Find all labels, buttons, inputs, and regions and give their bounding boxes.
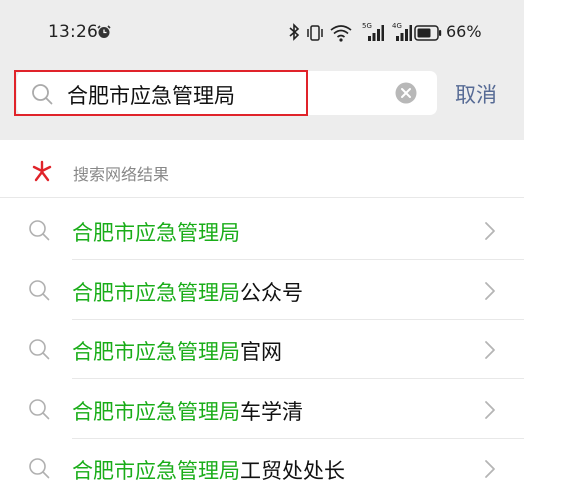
- wifi-icon: [330, 24, 352, 46]
- battery-icon: [414, 25, 442, 45]
- result-suffix: 车学清: [240, 399, 303, 424]
- chevron-right-icon: [484, 281, 496, 305]
- status-bar: 13:26 5G 4G 66%: [0, 0, 524, 62]
- signal-4g-icon: 4G: [392, 22, 412, 46]
- search-header: 13:26 5G 4G 66% 合肥市应急管理局 取消: [0, 0, 524, 140]
- alarm-clock-icon: [97, 24, 111, 43]
- result-text: 合肥市应急管理局官网: [72, 336, 282, 366]
- result-suffix: 公众号: [240, 280, 303, 305]
- result-item[interactable]: 合肥市应急管理局: [0, 200, 524, 260]
- network-tag-4g: 4G: [392, 22, 402, 30]
- search-icon: [28, 338, 50, 364]
- result-highlight: 合肥市应急管理局: [72, 399, 240, 424]
- result-highlight: 合肥市应急管理局: [72, 459, 240, 483]
- search-icon: [28, 398, 50, 424]
- clear-icon[interactable]: [395, 82, 417, 108]
- web-results-header: 搜索网络结果: [0, 140, 524, 198]
- result-item[interactable]: 合肥市应急管理局公众号: [0, 260, 524, 320]
- section-title: 搜索网络结果: [73, 165, 170, 184]
- signal-5g-icon: 5G: [362, 22, 384, 46]
- chevron-right-icon: [484, 400, 496, 424]
- chevron-right-icon: [484, 340, 496, 364]
- cancel-button[interactable]: 取消: [455, 79, 497, 109]
- search-highlight-box: [14, 70, 308, 116]
- result-item[interactable]: 合肥市应急管理局车学清: [0, 379, 524, 439]
- status-time: 13:26: [48, 22, 98, 42]
- result-text: 合肥市应急管理局: [72, 217, 240, 247]
- phone-screen: 13:26 5G 4G 66% 合肥市应急管理局 取消 搜索网络结果 合肥市应急…: [0, 0, 524, 500]
- result-highlight: 合肥市应急管理局: [72, 340, 240, 364]
- result-item[interactable]: 合肥市应急管理局官网: [0, 319, 524, 379]
- battery-percent: 66%: [446, 22, 482, 41]
- network-tag-5g: 5G: [362, 22, 372, 30]
- result-text: 合肥市应急管理局公众号: [72, 277, 303, 307]
- bluetooth-icon: [288, 23, 300, 45]
- result-suffix: 官网: [240, 340, 282, 364]
- result-highlight: 合肥市应急管理局: [72, 221, 240, 245]
- search-icon: [28, 279, 50, 305]
- result-text: 合肥市应急管理局工贸处处长: [72, 455, 345, 485]
- search-icon: [28, 219, 50, 245]
- chevron-right-icon: [484, 459, 496, 483]
- result-suffix: 工贸处处长: [240, 459, 345, 483]
- result-text: 合肥市应急管理局车学清: [72, 396, 303, 426]
- chevron-right-icon: [484, 221, 496, 245]
- web-search-icon: [31, 160, 53, 186]
- result-item[interactable]: 合肥市应急管理局工贸处处长: [0, 438, 524, 498]
- vibrate-icon: [306, 24, 324, 46]
- result-highlight: 合肥市应急管理局: [72, 280, 240, 305]
- search-icon: [28, 457, 50, 483]
